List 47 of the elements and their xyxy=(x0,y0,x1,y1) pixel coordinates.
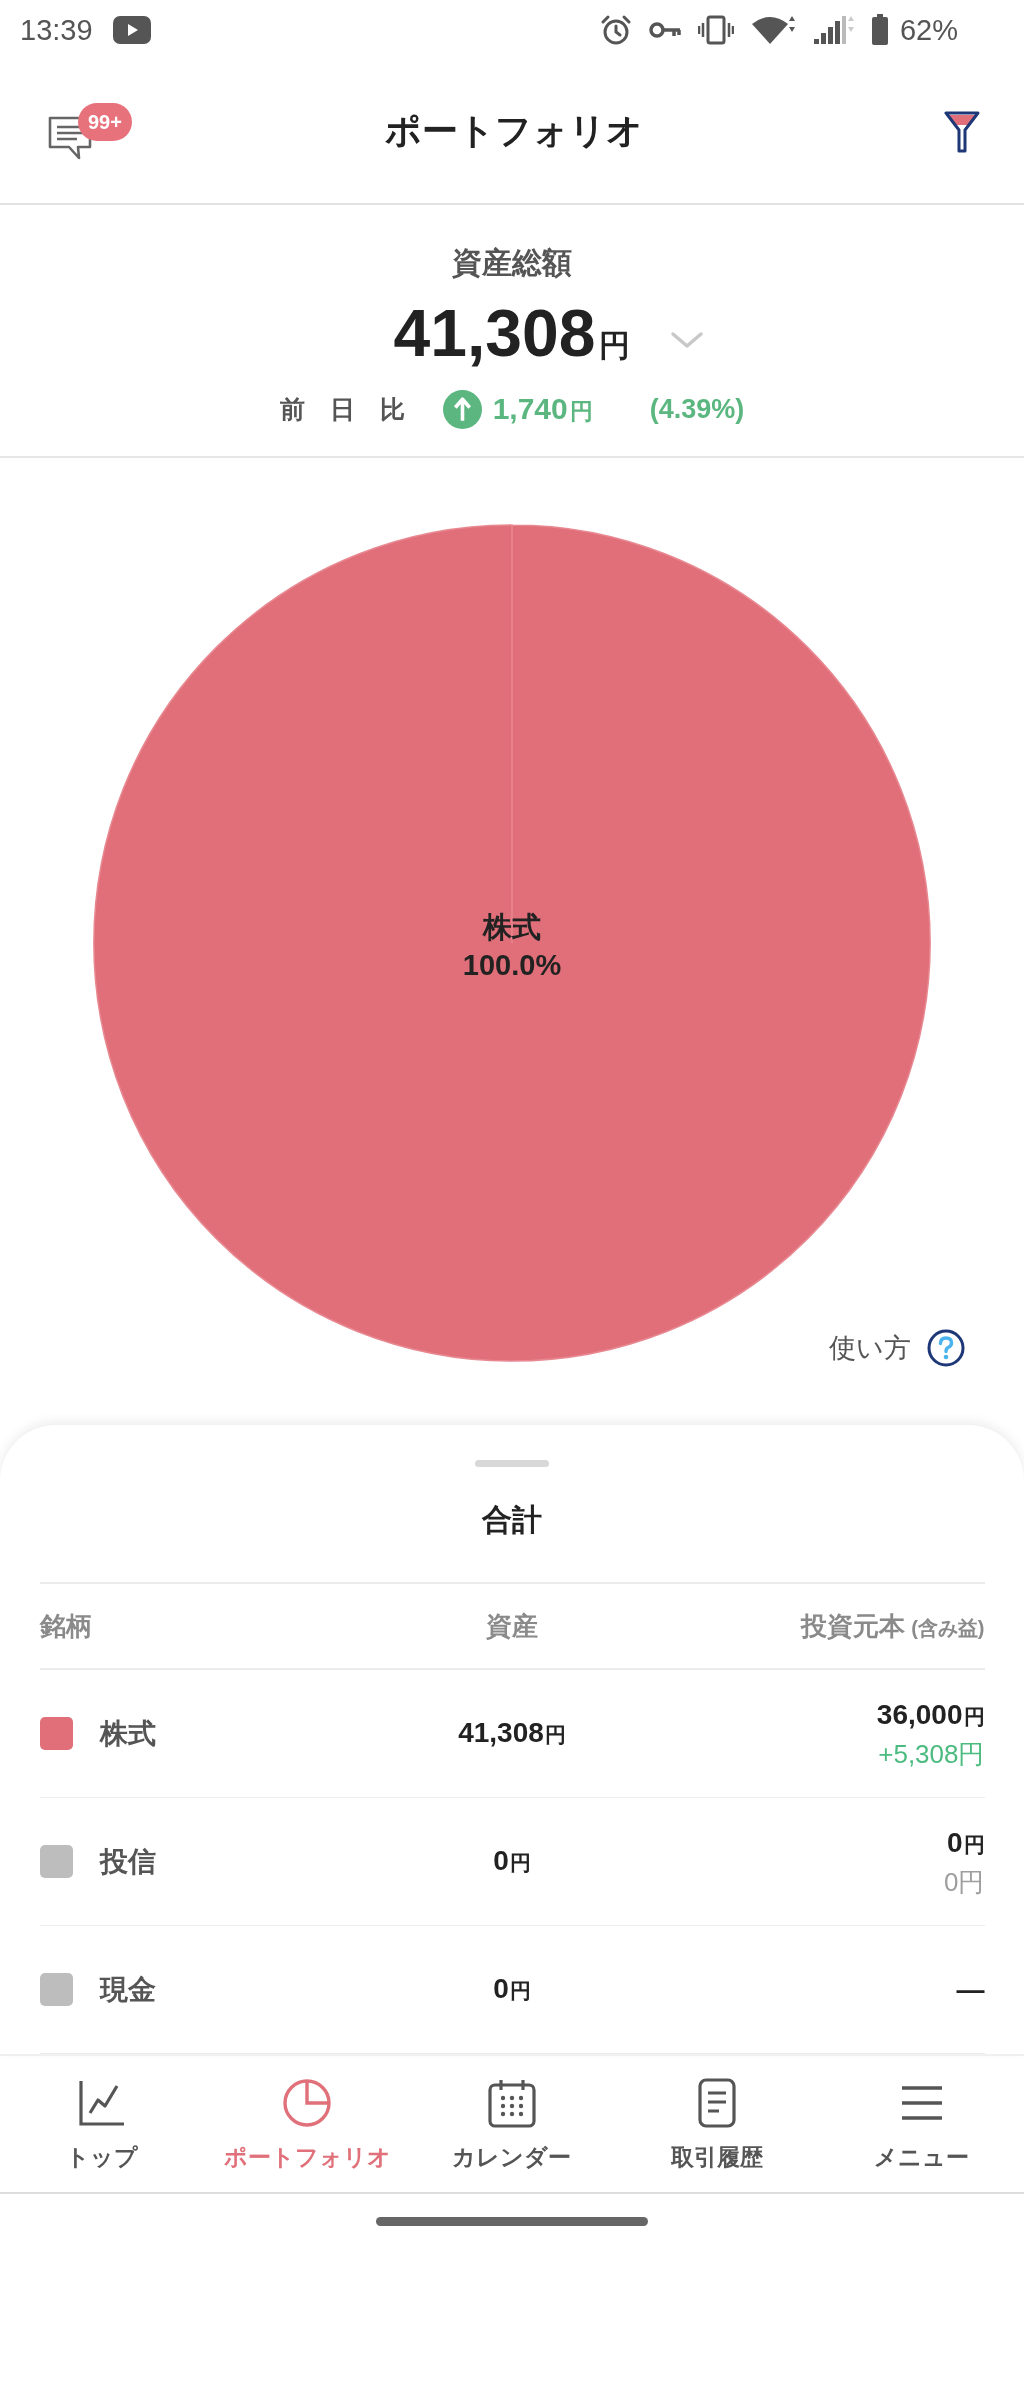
alarm-clock-icon xyxy=(599,14,632,46)
pie-chart-icon xyxy=(282,2078,333,2128)
asset-value: 41,308円 xyxy=(458,1716,566,1748)
status-time: 13:39 xyxy=(20,13,93,47)
signal-icon xyxy=(811,15,854,45)
document-icon xyxy=(696,2078,737,2128)
battery-percent: 62% xyxy=(899,13,958,47)
unrealized-gain: 0円 xyxy=(944,1865,985,1899)
sheet-title: 合計 xyxy=(482,1502,542,1538)
how-to-use-link[interactable]: 使い方 xyxy=(829,1329,965,1367)
nav-tab[interactable]: カレンダー xyxy=(409,2056,615,2192)
nav-tab[interactable]: メニュー xyxy=(819,2056,1024,2192)
column-header: 資産 xyxy=(486,1610,538,1641)
principal-value: — xyxy=(956,1972,985,2007)
sheet-handle[interactable] xyxy=(475,1460,549,1467)
day-change-percent: (4.39%) xyxy=(649,394,745,425)
unrealized-gain: +5,308円 xyxy=(878,1737,985,1771)
asset-name: 現金 xyxy=(99,1972,156,2007)
slice-percent: 100.0% xyxy=(462,949,562,981)
asset-value: 0円 xyxy=(493,1844,531,1876)
column-note: (含み益) xyxy=(911,1616,985,1639)
help-icon xyxy=(927,1329,965,1367)
principal-value: 0円 xyxy=(946,1825,985,1860)
day-change-amount: 1,740 円 xyxy=(492,392,593,427)
vibrate-icon xyxy=(697,15,734,45)
asset-name: 投信 xyxy=(99,1844,156,1879)
wifi-icon xyxy=(750,15,795,45)
total-assets-amount: 41,308 円 xyxy=(393,295,631,372)
chart-line-icon xyxy=(79,2080,126,2126)
filter-icon[interactable] xyxy=(944,110,980,153)
principal-value: 36,000円 xyxy=(876,1697,985,1732)
nav-tab[interactable]: トップ xyxy=(0,2056,205,2192)
key-icon xyxy=(648,20,681,40)
notification-badge: 99+ xyxy=(78,102,132,141)
play-icon xyxy=(112,16,151,44)
menu-icon xyxy=(900,2085,943,2121)
day-change-label: 前 日 比 xyxy=(279,394,405,425)
nav-tab[interactable]: 取引履歴 xyxy=(614,2056,820,2192)
column-header: 銘柄 xyxy=(39,1610,92,1641)
page-title: ポートフォリオ xyxy=(385,109,643,153)
battery-icon xyxy=(870,14,889,46)
asset-name: 株式 xyxy=(99,1716,156,1751)
asset-value: 0円 xyxy=(493,1972,531,2004)
calendar-icon xyxy=(487,2078,537,2128)
column-header: 投資元本 xyxy=(801,1610,906,1641)
slice-label: 株式 xyxy=(483,911,541,943)
total-assets-label: 資産総額 xyxy=(452,245,572,281)
